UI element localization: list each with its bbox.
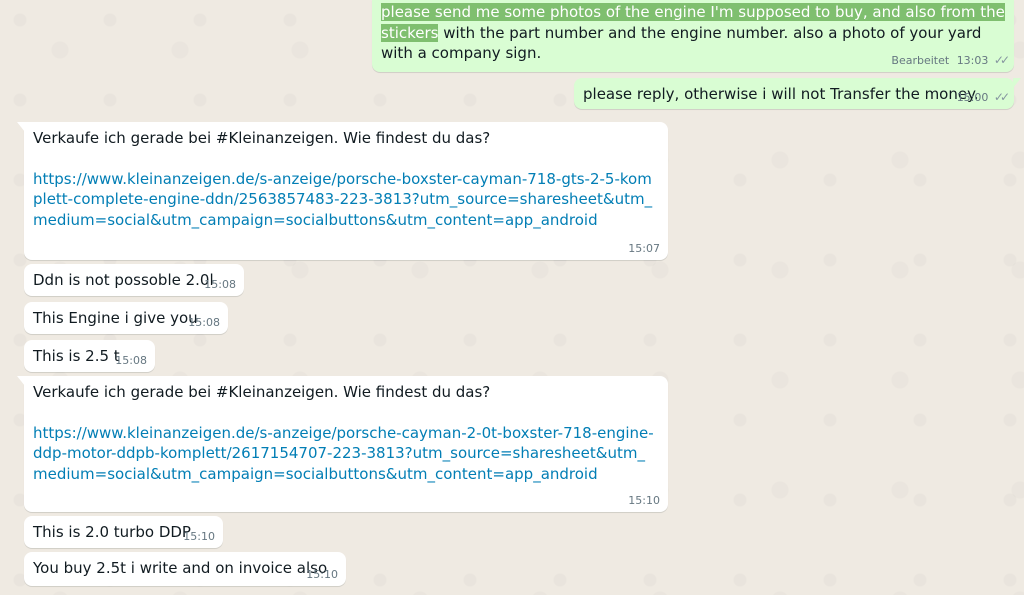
read-receipt-icon: ✓✓ (993, 53, 1010, 67)
message-text: This Engine i give you (33, 309, 198, 327)
message-meta: 15:10 (183, 530, 215, 544)
incoming-message[interactable]: Ddn is not possoble 2.0l 15:08 (24, 264, 244, 296)
bubble-tail (17, 376, 25, 386)
message-text: This is 2.5 t (33, 347, 120, 365)
message-meta: 15:08 (115, 354, 147, 368)
message-time: 15:10 (628, 494, 660, 507)
bubble-tail (1013, 78, 1021, 88)
message-time: 13:03 (956, 54, 989, 67)
message-time: 15:08 (204, 278, 236, 291)
incoming-message[interactable]: You buy 2.5t i write and on invoice also… (24, 552, 346, 586)
shared-link[interactable]: https://www.kleinanzeigen.de/s-anzeige/p… (33, 169, 659, 231)
outgoing-message[interactable]: please send me some photos of the engine… (372, 0, 1014, 72)
message-meta: 15:10 (306, 568, 338, 582)
message-meta: 15:08 (188, 316, 220, 330)
incoming-message[interactable]: Verkaufe ich gerade bei #Kleinanzeigen. … (17, 376, 668, 512)
message-text: Verkaufe ich gerade bei #Kleinanzeigen. … (33, 129, 491, 147)
message-meta: 15:07 (628, 242, 660, 256)
message-text: You buy 2.5t i write and on invoice also (33, 559, 328, 577)
message-time: 15:10 (183, 530, 215, 543)
message-time: 15:10 (306, 568, 338, 581)
read-receipt-icon: ✓✓ (993, 90, 1010, 104)
message-time: 15:00 (956, 91, 989, 104)
incoming-message[interactable]: Verkaufe ich gerade bei #Kleinanzeigen. … (17, 122, 668, 260)
message-text: Ddn is not possoble 2.0l (33, 271, 214, 289)
message-text: This is 2.0 turbo DDP (33, 523, 191, 541)
incoming-message[interactable]: This is 2.5 t 15:08 (24, 340, 155, 372)
incoming-message[interactable]: This Engine i give you 15:08 (24, 302, 228, 334)
shared-link[interactable]: https://www.kleinanzeigen.de/s-anzeige/p… (33, 423, 659, 485)
message-meta: 15:10 (628, 494, 660, 508)
message-meta: 15:08 (204, 278, 236, 292)
chat-area[interactable]: please send me some photos of the engine… (0, 0, 1024, 595)
message-text: Verkaufe ich gerade bei #Kleinanzeigen. … (33, 383, 491, 401)
bubble-tail (17, 122, 25, 132)
outgoing-message[interactable]: please reply, otherwise i will not Trans… (574, 78, 1021, 109)
message-text: please reply, otherwise i will not Trans… (583, 85, 979, 103)
message-time: 15:07 (628, 242, 660, 255)
message-meta: 15:00 ✓✓ (956, 90, 1010, 105)
edited-label: Bearbeitet (891, 54, 950, 67)
message-time: 15:08 (188, 316, 220, 329)
message-time: 15:08 (115, 354, 147, 367)
message-meta: Bearbeitet 13:03 ✓✓ (891, 53, 1010, 68)
incoming-message[interactable]: This is 2.0 turbo DDP 15:10 (24, 516, 223, 548)
